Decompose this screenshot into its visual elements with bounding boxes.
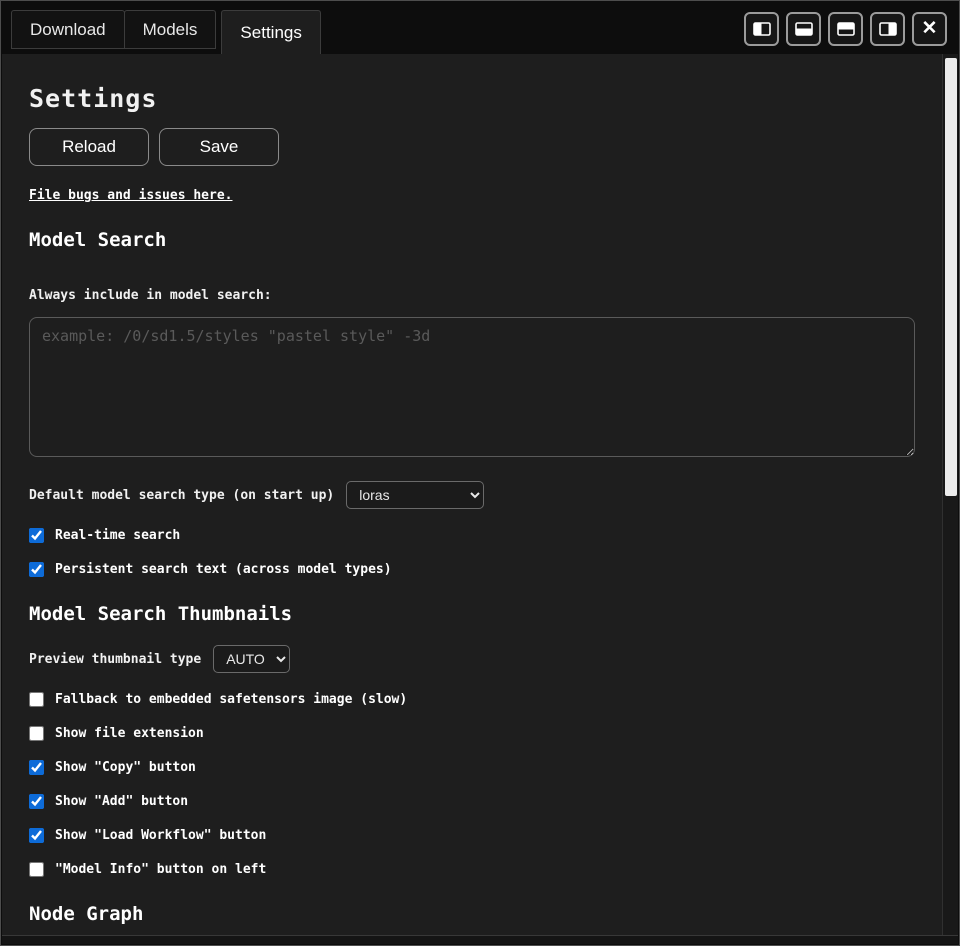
show-copy-button-checkbox[interactable]: [29, 760, 44, 775]
show-copy-button-label: Show "Copy" button: [55, 760, 196, 775]
tab-settings[interactable]: Settings: [221, 10, 320, 54]
vertical-scrollbar-track[interactable]: [942, 54, 958, 935]
tab-bar: Download Models Settings: [1, 1, 959, 54]
model-info-left-label: "Model Info" button on left: [55, 862, 266, 877]
dock-left-icon: [753, 22, 771, 36]
show-load-workflow-label: Show "Load Workflow" button: [55, 828, 266, 843]
show-add-button-row[interactable]: Show "Add" button: [29, 794, 915, 809]
default-search-type-select[interactable]: loras: [346, 481, 484, 509]
settings-panel: Settings Reload Save File bugs and issue…: [2, 54, 942, 935]
default-search-type-label: Default model search type (on start up): [29, 488, 334, 503]
fallback-safetensors-row[interactable]: Fallback to embedded safetensors image (…: [29, 692, 915, 707]
dock-left-button[interactable]: [744, 12, 779, 46]
show-copy-button-row[interactable]: Show "Copy" button: [29, 760, 915, 775]
scrollbar-corner: [942, 935, 958, 944]
dock-right-icon: [879, 22, 897, 36]
always-include-label: Always include in model search:: [29, 288, 915, 303]
preview-thumbnail-type-row: Preview thumbnail type AUTO: [29, 645, 915, 673]
realtime-search-checkbox[interactable]: [29, 528, 44, 543]
show-file-extension-checkbox[interactable]: [29, 726, 44, 741]
fallback-safetensors-label: Fallback to embedded safetensors image (…: [55, 692, 407, 707]
tabs: Download Models Settings: [11, 10, 321, 54]
persistent-search-row[interactable]: Persistent search text (across model typ…: [29, 562, 915, 577]
show-add-button-label: Show "Add" button: [55, 794, 188, 809]
show-file-extension-row[interactable]: Show file extension: [29, 726, 915, 741]
node-graph-heading: Node Graph: [29, 903, 915, 925]
dock-bottom-icon: [795, 22, 813, 36]
realtime-search-row[interactable]: Real-time search: [29, 528, 915, 543]
dock-top-icon: [837, 22, 855, 36]
tab-models[interactable]: Models: [124, 10, 217, 49]
close-button[interactable]: ✕: [912, 12, 947, 46]
page-title: Settings: [29, 84, 915, 113]
model-info-left-checkbox[interactable]: [29, 862, 44, 877]
show-load-workflow-checkbox[interactable]: [29, 828, 44, 843]
dock-bottom-button[interactable]: [786, 12, 821, 46]
vertical-scrollbar-thumb[interactable]: [945, 58, 957, 496]
app-window: Download Models Settings: [0, 0, 960, 946]
file-bugs-link[interactable]: File bugs and issues here.: [29, 188, 233, 203]
action-buttons: Reload Save: [29, 128, 915, 166]
show-add-button-checkbox[interactable]: [29, 794, 44, 809]
always-include-textarea[interactable]: [29, 317, 915, 457]
persistent-search-label: Persistent search text (across model typ…: [55, 562, 392, 577]
tab-download[interactable]: Download: [11, 10, 125, 49]
save-button[interactable]: Save: [159, 128, 279, 166]
dock-right-button[interactable]: [870, 12, 905, 46]
preview-thumbnail-type-select[interactable]: AUTO: [213, 645, 290, 673]
reload-button[interactable]: Reload: [29, 128, 149, 166]
preview-thumbnail-type-label: Preview thumbnail type: [29, 652, 201, 667]
close-icon: ✕: [922, 17, 938, 40]
show-load-workflow-row[interactable]: Show "Load Workflow" button: [29, 828, 915, 843]
persistent-search-checkbox[interactable]: [29, 562, 44, 577]
thumbnails-heading: Model Search Thumbnails: [29, 603, 915, 625]
horizontal-scrollbar-track[interactable]: [2, 935, 942, 944]
window-controls: ✕: [744, 10, 947, 54]
realtime-search-label: Real-time search: [55, 528, 180, 543]
model-info-left-row[interactable]: "Model Info" button on left: [29, 862, 915, 877]
show-file-extension-label: Show file extension: [55, 726, 204, 741]
model-search-heading: Model Search: [29, 229, 915, 251]
dock-top-button[interactable]: [828, 12, 863, 46]
fallback-safetensors-checkbox[interactable]: [29, 692, 44, 707]
default-search-type-row: Default model search type (on start up) …: [29, 481, 915, 509]
